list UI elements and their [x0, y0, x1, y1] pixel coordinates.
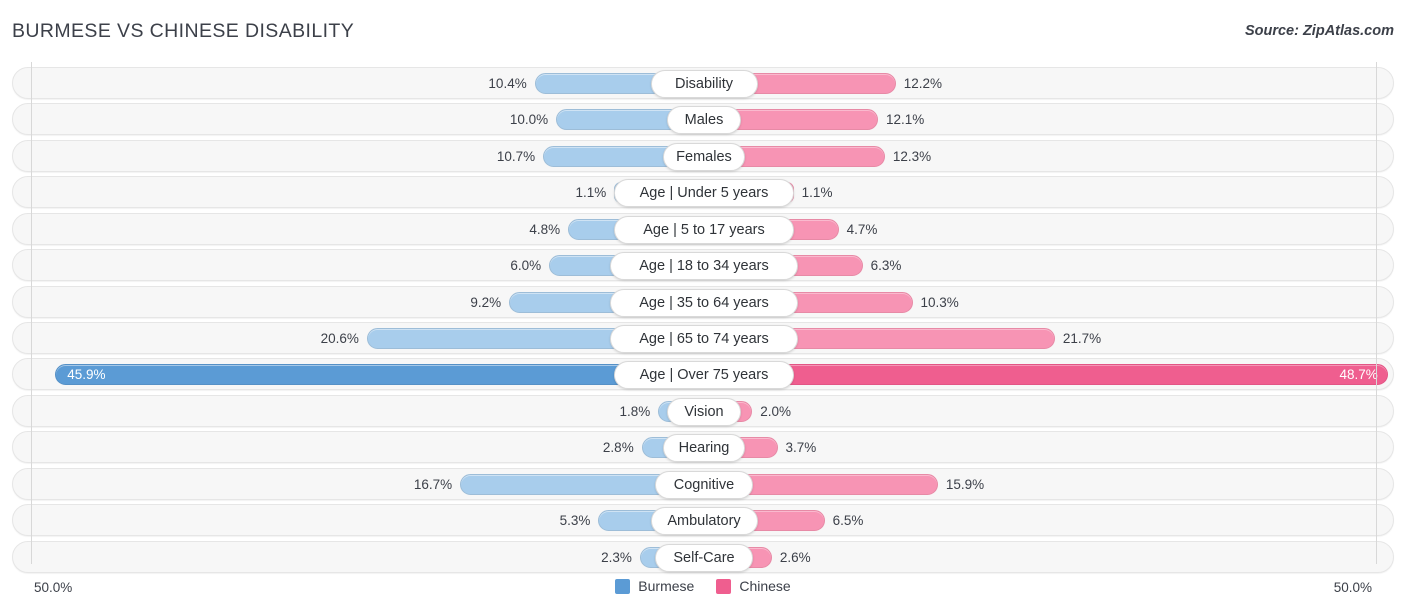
bar-burmese [366, 328, 624, 349]
category-label: Disability [650, 70, 758, 98]
chart-legend: Burmese Chinese [0, 578, 1406, 594]
category-label: Females [662, 142, 746, 171]
chart-row-inner: 2.8% 3.7% Hearing [13, 432, 1393, 463]
category-label: Age | 5 to 17 years [614, 215, 794, 244]
value-label-chinese: 12.1% [886, 112, 925, 128]
value-label-chinese: 21.7% [1062, 331, 1102, 346]
value-label-burmese: 5.3% [559, 513, 591, 529]
chart-row-inner: 10.0% 12.1% Males [13, 104, 1393, 135]
category-label: Males [667, 106, 741, 135]
axis-line-right [1376, 62, 1377, 564]
legend-item-burmese[interactable]: Burmese [615, 578, 694, 594]
chart-row-inner: 2.3% 2.6% Self-Care [13, 542, 1393, 572]
chart-row: 10.0% 12.1% Males [12, 103, 1394, 136]
legend-item-chinese[interactable]: Chinese [716, 578, 791, 594]
chart-row-inner: 10.4% 12.2% Disability [13, 68, 1393, 98]
value-label-chinese: 10.3% [920, 294, 959, 310]
value-label-chinese: 2.6% [779, 549, 811, 565]
chart-row: 2.3% 2.6% Self-Care [12, 540, 1394, 573]
value-label-chinese: 3.7% [785, 440, 817, 456]
value-label-burmese: 10.4% [488, 76, 527, 91]
bar-chinese [739, 473, 938, 495]
chart-row: 6.0% 6.3% Age | 18 to 34 years [12, 249, 1394, 282]
category-label: Self-Care [654, 543, 754, 572]
category-label: Age | 35 to 64 years [610, 288, 798, 317]
bar-burmese [556, 109, 681, 131]
value-label-burmese: 4.8% [529, 221, 561, 237]
category-label: Cognitive [654, 470, 754, 499]
chart-row: 1.1% 1.1% Age | Under 5 years [12, 176, 1394, 209]
bar-chinese [731, 145, 885, 167]
bar-chinese [779, 364, 1388, 386]
value-label-chinese: 1.1% [801, 185, 833, 201]
value-label-burmese: 45.9% [67, 367, 106, 383]
legend-swatch-icon [716, 578, 732, 594]
bar-chinese [743, 73, 896, 94]
value-label-chinese: 4.7% [846, 221, 878, 237]
chart-row-inner: 45.9% 48.7% Age | Over 75 years [13, 359, 1393, 390]
value-label-burmese: 1.8% [619, 403, 651, 419]
category-label: Age | Under 5 years [614, 179, 794, 208]
chart-row-inner: 1.1% 1.1% Age | Under 5 years [13, 177, 1393, 208]
value-label-burmese: 10.0% [509, 112, 549, 128]
chart-row: 10.4% 12.2% Disability [12, 67, 1394, 99]
category-label: Ambulatory [650, 507, 758, 536]
value-label-burmese: 2.3% [601, 549, 632, 565]
bar-burmese [460, 473, 669, 495]
axis-line-left [31, 62, 32, 564]
value-label-chinese: 12.2% [903, 76, 943, 91]
category-label: Hearing [662, 434, 746, 463]
category-label: Age | 18 to 34 years [610, 252, 798, 281]
value-label-burmese: 10.7% [496, 148, 536, 164]
value-label-chinese: 6.5% [832, 513, 864, 529]
chart-row-inner: 4.8% 4.7% Age | 5 to 17 years [13, 214, 1393, 244]
chart-row: 5.3% 6.5% Ambulatory [12, 504, 1394, 537]
value-label-chinese: 48.7% [1339, 367, 1378, 383]
bar-burmese [534, 73, 665, 94]
bar-chinese [727, 109, 878, 131]
value-label-burmese: 6.0% [510, 258, 542, 274]
legend-label: Chinese [739, 578, 791, 594]
category-label: Age | 65 to 74 years [610, 325, 798, 353]
value-label-burmese: 16.7% [413, 476, 453, 492]
value-label-chinese: 6.3% [870, 258, 902, 274]
bar-chinese [784, 291, 913, 313]
chart-row-inner: 10.7% 12.3% Females [13, 141, 1393, 171]
chart-row: 9.2% 10.3% Age | 35 to 64 years [12, 285, 1394, 318]
bar-chinese [784, 328, 1055, 349]
chart-row-inner: 5.3% 6.5% Ambulatory [13, 505, 1393, 536]
value-label-chinese: 2.0% [760, 403, 792, 419]
chart-plot-area: 10.4% 12.2% Disability 10.0% 12.1% Males 10.7%… [12, 62, 1394, 573]
chart-row: 2.8% 3.7% Hearing [12, 431, 1394, 464]
page-title: BURMESE VS CHINESE DISABILITY [12, 20, 355, 42]
legend-label: Burmese [638, 578, 695, 594]
chart-row-inner: 1.8% 2.0% Vision [13, 396, 1393, 426]
chart-row: 45.9% 48.7% Age | Over 75 years [12, 358, 1394, 391]
source-attribution: Source: ZipAtlas.com [1244, 23, 1394, 39]
bar-burmese [509, 291, 624, 313]
value-label-chinese: 15.9% [945, 476, 985, 492]
chart-row: 16.7% 15.9% Cognitive [12, 467, 1394, 500]
chart-row: 1.8% 2.0% Vision [12, 394, 1394, 427]
value-label-burmese: 9.2% [470, 294, 502, 310]
chart-row: 10.7% 12.3% Females [12, 139, 1394, 172]
chart-row: 20.6% 21.7% Age | 65 to 74 years [12, 322, 1394, 354]
value-label-chinese: 12.3% [892, 148, 932, 164]
chart-row-inner: 6.0% 6.3% Age | 18 to 34 years [13, 250, 1393, 281]
category-label: Vision [666, 397, 742, 426]
bar-burmese [543, 145, 677, 167]
value-label-burmese: 1.1% [575, 185, 607, 201]
legend-swatch-icon [615, 578, 631, 594]
chart-row: 4.8% 4.7% Age | 5 to 17 years [12, 212, 1394, 245]
disability-comparison-chart: BURMESE VS CHINESE DISABILITY Source: Zi… [0, 0, 1406, 612]
chart-row-inner: 16.7% 15.9% Cognitive [13, 469, 1393, 499]
value-label-burmese: 2.8% [602, 440, 634, 456]
category-label: Age | Over 75 years [614, 361, 794, 390]
chart-row-inner: 20.6% 21.7% Age | 65 to 74 years [13, 323, 1393, 353]
value-label-burmese: 20.6% [320, 331, 359, 346]
chart-row-inner: 9.2% 10.3% Age | 35 to 64 years [13, 287, 1393, 317]
